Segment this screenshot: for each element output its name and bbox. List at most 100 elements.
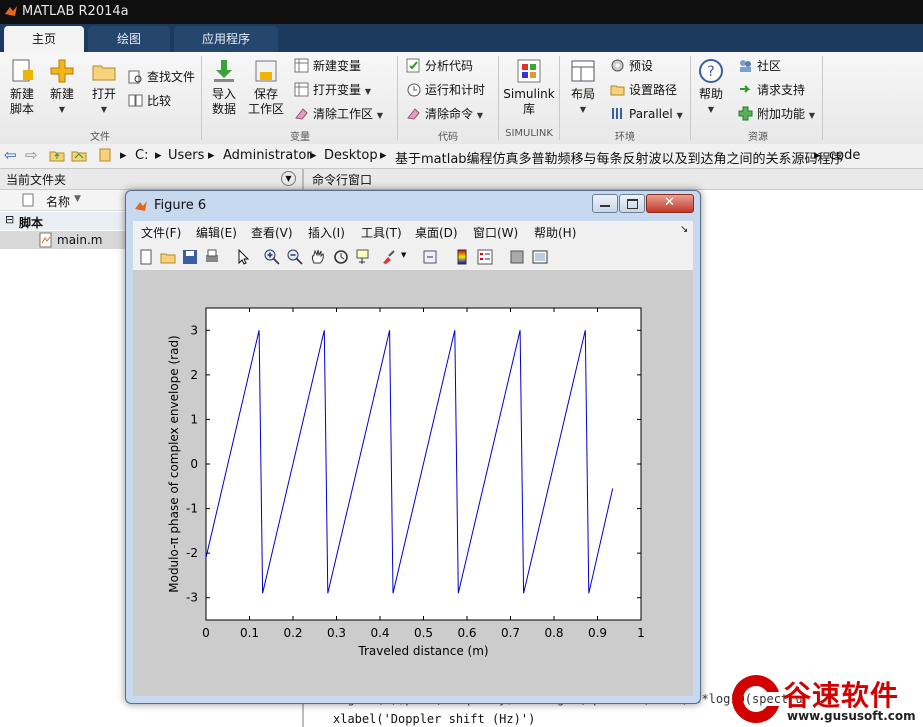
column-name[interactable]: 名称 <box>46 193 70 210</box>
figure-window[interactable]: Figure 6 ✕ 文件(F) 编辑(E) 查看(V) 插入(I) 工具(T)… <box>125 190 701 704</box>
path-segment-code[interactable]: code <box>829 148 860 163</box>
collapse-icon[interactable]: ⊟ <box>5 213 14 226</box>
menu-view[interactable]: 查看(V) <box>251 224 293 241</box>
community-button[interactable]: 社区 <box>738 57 781 75</box>
parallel-icon <box>610 106 625 121</box>
colorbar-icon[interactable] <box>454 249 470 265</box>
save-workspace-button[interactable]: 保存 工作区 <box>246 58 286 117</box>
save-workspace-icon <box>253 58 279 84</box>
address-bar: ⇦ ⇨ ▸ C: ▸ Users ▸ Administrator ▸ Deskt… <box>0 144 923 169</box>
app-title: MATLAB R2014a <box>22 4 129 19</box>
ribbon: 新建 脚本 新建 ▼ 打开 ▼ 查找文件 比较 文件 导入 数据 保存 工作区 … <box>0 52 923 145</box>
request-support-label: 请求支持 <box>757 83 806 97</box>
x-tick-label: 0.2 <box>283 626 302 640</box>
panel-actions-icon[interactable]: ▼ <box>281 171 296 186</box>
ribbon-separator <box>498 56 499 140</box>
y-tick-label: 1 <box>190 412 198 426</box>
help-button[interactable]: ? 帮助 ▼ <box>694 58 728 117</box>
forward-arrow-icon[interactable]: ⇨ <box>25 146 38 164</box>
dock-arrow-icon[interactable]: ↘ <box>680 224 688 235</box>
zoom-out-icon[interactable] <box>287 249 303 265</box>
y-axis-label: Modulo-π phase of complex envelope (rad) <box>167 335 181 593</box>
rotate-icon[interactable] <box>333 249 349 265</box>
pan-icon[interactable] <box>310 249 326 265</box>
clear-workspace-button[interactable]: 清除工作区 ▼ <box>294 105 383 123</box>
zoom-in-icon[interactable] <box>264 249 280 265</box>
command-window-title: 命令行窗口 <box>312 173 373 187</box>
path-segment-project[interactable]: 基于matlab编程仿真多普勒频移与每条反射波以及到达角之间的关系源码程序 <box>395 148 844 167</box>
addons-button[interactable]: 附加功能 ▼ <box>738 105 815 123</box>
preferences-button[interactable]: 预设 <box>610 57 653 75</box>
brush-icon[interactable] <box>380 249 396 265</box>
data-cursor-icon[interactable] <box>356 249 372 265</box>
new-variable-button[interactable]: 新建变量 <box>294 57 361 75</box>
legend-icon[interactable] <box>477 249 493 265</box>
show-plot-tools-icon[interactable] <box>532 249 548 265</box>
svg-text:?: ? <box>707 64 714 80</box>
open-variable-button[interactable]: 打开变量 ▼ <box>294 81 371 99</box>
menu-help[interactable]: 帮助(H) <box>534 224 576 241</box>
open-button[interactable]: 打开 ▼ <box>86 58 122 117</box>
print-icon[interactable] <box>204 249 220 265</box>
save-icon[interactable] <box>182 249 198 265</box>
path-folder-icon <box>98 147 112 167</box>
command-line-2[interactable]: xlabel('Doppler shift (Hz)') <box>333 712 535 726</box>
back-arrow-icon[interactable]: ⇦ <box>4 146 17 164</box>
clear-commands-button[interactable]: 清除命令 ▼ <box>406 105 483 123</box>
path-segment-desktop[interactable]: Desktop <box>324 148 378 163</box>
new-figure-icon[interactable] <box>138 249 154 265</box>
x-tick-label: 0.6 <box>457 626 476 640</box>
x-tick-label: 0.1 <box>240 626 259 640</box>
layout-button[interactable]: 布局 ▼ <box>564 58 602 117</box>
set-path-button[interactable]: 设置路径 <box>610 81 677 99</box>
parallel-button[interactable]: Parallel ▼ <box>610 105 683 123</box>
menu-file[interactable]: 文件(F) <box>141 224 181 241</box>
tab-plots[interactable]: 绘图 <box>88 26 170 52</box>
analyze-code-button[interactable]: 分析代码 <box>406 57 473 75</box>
help-label: 帮助 <box>698 87 723 101</box>
find-files-button[interactable]: 查找文件 <box>128 68 195 86</box>
new-button[interactable]: 新建 ▼ <box>44 58 80 117</box>
new-variable-label: 新建变量 <box>313 59 362 73</box>
set-path-label: 设置路径 <box>629 83 678 97</box>
menu-window[interactable]: 窗口(W) <box>473 224 518 241</box>
new-dropdown-icon: ▼ <box>58 105 66 114</box>
file-name: main.m <box>57 233 103 247</box>
hide-plot-tools-icon[interactable] <box>509 249 525 265</box>
figure-toolbar: ▼ <box>133 242 693 271</box>
maximize-button[interactable] <box>619 194 645 213</box>
path-segment-administrator[interactable]: Administrator <box>223 148 312 163</box>
clear-commands-dropdown-icon: ▼ <box>476 111 483 120</box>
simulink-library-button[interactable]: Simulink 库 <box>503 58 555 117</box>
pointer-icon[interactable] <box>235 249 251 265</box>
menu-edit[interactable]: 编辑(E) <box>196 224 237 241</box>
run-and-time-label: 运行和计时 <box>425 83 486 97</box>
menu-desktop[interactable]: 桌面(D) <box>415 224 458 241</box>
close-button[interactable]: ✕ <box>646 194 694 213</box>
link-icon[interactable] <box>422 249 438 265</box>
import-data-label: 导入 数据 <box>211 87 236 116</box>
gear-icon <box>610 58 625 73</box>
clear-commands-label: 清除命令 <box>425 107 474 121</box>
menu-tools[interactable]: 工具(T) <box>361 224 402 241</box>
tab-apps[interactable]: 应用程序 <box>174 26 278 52</box>
new-script-button[interactable]: 新建 脚本 <box>4 58 40 117</box>
request-support-button[interactable]: 请求支持 <box>738 81 805 99</box>
browse-folder-icon[interactable] <box>71 147 87 167</box>
group-label-file: 文件 <box>90 132 110 143</box>
tab-home[interactable]: 主页 <box>4 26 84 52</box>
path-segment-users[interactable]: Users <box>168 148 204 163</box>
x-tick-label: 0.7 <box>501 626 520 640</box>
y-tick-label: 3 <box>190 323 198 337</box>
simulink-icon <box>516 58 542 84</box>
import-data-button[interactable]: 导入 数据 <box>206 58 242 117</box>
open-file-icon[interactable] <box>160 249 176 265</box>
menu-insert[interactable]: 插入(I) <box>308 224 345 241</box>
brush-dropdown-icon[interactable]: ▼ <box>401 251 406 259</box>
plot-svg[interactable]: 0 0.1 0.2 0.3 0.4 0.5 0.6 0.7 0.8 0.9 1 -3 -2 -1 0 1 2 3 T… <box>133 271 693 696</box>
up-folder-icon[interactable] <box>49 147 65 167</box>
compare-button[interactable]: 比较 <box>128 92 171 110</box>
run-and-time-button[interactable]: 运行和计时 <box>406 81 485 99</box>
minimize-button[interactable] <box>592 194 618 213</box>
path-segment-drive[interactable]: C: <box>135 148 148 163</box>
